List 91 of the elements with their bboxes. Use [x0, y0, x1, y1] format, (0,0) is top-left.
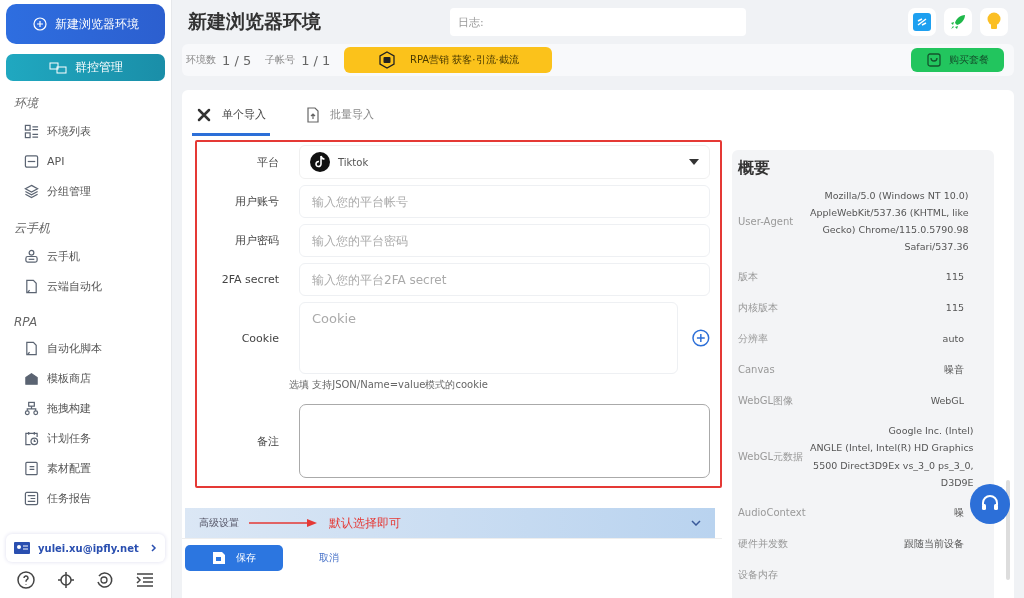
app-icon[interactable] [908, 8, 936, 36]
nav-item[interactable]: 云端自动化 [6, 271, 165, 301]
summary-label: WebGL元数据 [738, 450, 805, 465]
doc-icon [24, 460, 39, 476]
summary-label: 内核版本 [738, 301, 779, 316]
summary-label: AudioContext [738, 505, 807, 520]
save-file-icon [212, 551, 226, 565]
import-tab[interactable]: 批量导入 [302, 90, 378, 136]
summary-label: WebGL图像 [738, 394, 795, 409]
summary-value: auto [942, 332, 964, 347]
add-circle-icon[interactable] [692, 329, 710, 347]
file-icon [24, 340, 39, 356]
file-icon [24, 278, 39, 294]
nav-item[interactable]: 拖拽构建 [6, 393, 165, 423]
nav-item[interactable]: 素材配置 [6, 453, 165, 483]
phone-icon [24, 248, 39, 264]
cancel-link[interactable]: 取消 [313, 550, 345, 566]
nav-item[interactable]: 计划任务 [6, 423, 165, 453]
summary-label: 设备内存 [738, 567, 779, 582]
summary-value: 跟随当前设备 [904, 536, 964, 551]
remark-field[interactable] [299, 404, 710, 478]
field-label: 平台 [256, 154, 279, 170]
collapse-menu-icon[interactable] [135, 570, 156, 590]
id-card-icon [14, 542, 30, 554]
nav-item[interactable]: API [6, 146, 165, 176]
summary-label: Canvas [738, 363, 776, 378]
bag-icon [926, 53, 941, 67]
chevron-right-icon [151, 544, 157, 552]
input-field[interactable]: 输入您的平台帐号 [299, 185, 710, 218]
summary-label: 分辨率 [738, 332, 769, 347]
summary-value: 115 [945, 270, 964, 285]
shop-icon [24, 370, 39, 386]
nav-item[interactable]: 任务报告 [6, 483, 165, 513]
summary-label: User-Agent [738, 214, 795, 229]
robot-hexagon-icon [378, 51, 396, 69]
section-title: RPA [14, 315, 39, 329]
annotation-text: 默认选择即可 [329, 514, 401, 532]
caret-down-icon [689, 159, 699, 165]
tree-icon [24, 400, 39, 416]
stat-value: 1 / 5 [222, 52, 252, 68]
section-title: 环境 [14, 95, 40, 112]
import-tab[interactable]: 单个导入 [192, 90, 270, 136]
stat-label: 环境数 [186, 53, 216, 67]
page-title: 新建浏览器环境 [188, 9, 322, 34]
summary-value: Google Inc. (Intel) ANGLE (Intel, Intel(R) HD Graphics 5500 Direct3D9Ex vs_3_0 ps_3_0, D3D9E [810, 424, 974, 490]
list-icon [24, 123, 39, 139]
save-button[interactable]: 保存 [185, 545, 283, 571]
report-icon [24, 490, 39, 506]
summary-value: WebGL [930, 394, 964, 409]
nav-item[interactable]: 分组管理 [6, 176, 165, 206]
nav-item[interactable]: 模板商店 [6, 363, 165, 393]
annotation-arrow [249, 518, 319, 528]
chevron-down-icon [691, 520, 701, 526]
summary-title: 概要 [738, 158, 771, 179]
summary-value: 115 [945, 301, 964, 316]
log-field[interactable]: 日志: [450, 8, 746, 36]
field-label: 用户密码 [234, 233, 279, 248]
input-field[interactable]: 输入您的平台2FA secret [299, 263, 710, 296]
plus-circle-icon [32, 17, 47, 31]
summary-value: 噪 [954, 505, 964, 520]
music-note-icon [310, 152, 330, 172]
help-icon[interactable] [15, 570, 36, 590]
nav-item[interactable]: 自动化脚本 [6, 333, 165, 363]
stat-value: 1 / 1 [301, 52, 331, 68]
file-upload-icon [306, 106, 320, 123]
calendar-icon [24, 430, 39, 446]
user-account-button[interactable]: yulei.xu@ipfly.net [6, 534, 165, 562]
buy-plan-button[interactable]: 购买套餐 [911, 48, 1004, 72]
cookie-hint: 选填 支持JSON/Name=value模式的cookie [289, 378, 489, 392]
field-label: 用户账号 [234, 194, 279, 209]
stat-label: 子帐号 [265, 53, 296, 67]
layers-icon [24, 183, 39, 199]
nav-item[interactable]: 环境列表 [6, 116, 165, 146]
field-label: Cookie [240, 331, 279, 345]
new-browser-button[interactable]: 新建浏览器环境 [6, 4, 165, 44]
advanced-settings-bar[interactable]: 高级设置 默认选择即可 [185, 508, 715, 538]
input-field[interactable]: 输入您的平台密码 [299, 224, 710, 257]
summary-value: Mozilla/5.0 (Windows NT 10.0) AppleWebKit/537.36 (KHTML, like Gecko) Chrome/115.0.5790.98 Safari/537.36 [810, 189, 969, 255]
section-title: 云手机 [14, 220, 51, 237]
summary-label: 硬件并发数 [738, 536, 789, 551]
nav-item[interactable]: 云手机 [6, 241, 165, 271]
cross-tools-icon [196, 106, 212, 123]
cookie-field[interactable]: Cookie [299, 302, 679, 374]
platform-select[interactable]: Tiktok [299, 145, 710, 179]
windows-icon [48, 61, 67, 74]
summary-value: 噪音 [944, 363, 964, 378]
api-icon [24, 153, 39, 169]
field-label: 备注 [256, 433, 279, 449]
rpa-promo-button[interactable]: RPA营销 获客·引流·截流 [344, 47, 553, 73]
summary-label: 版本 [738, 270, 759, 285]
field-label: 2FA secret [220, 273, 279, 286]
